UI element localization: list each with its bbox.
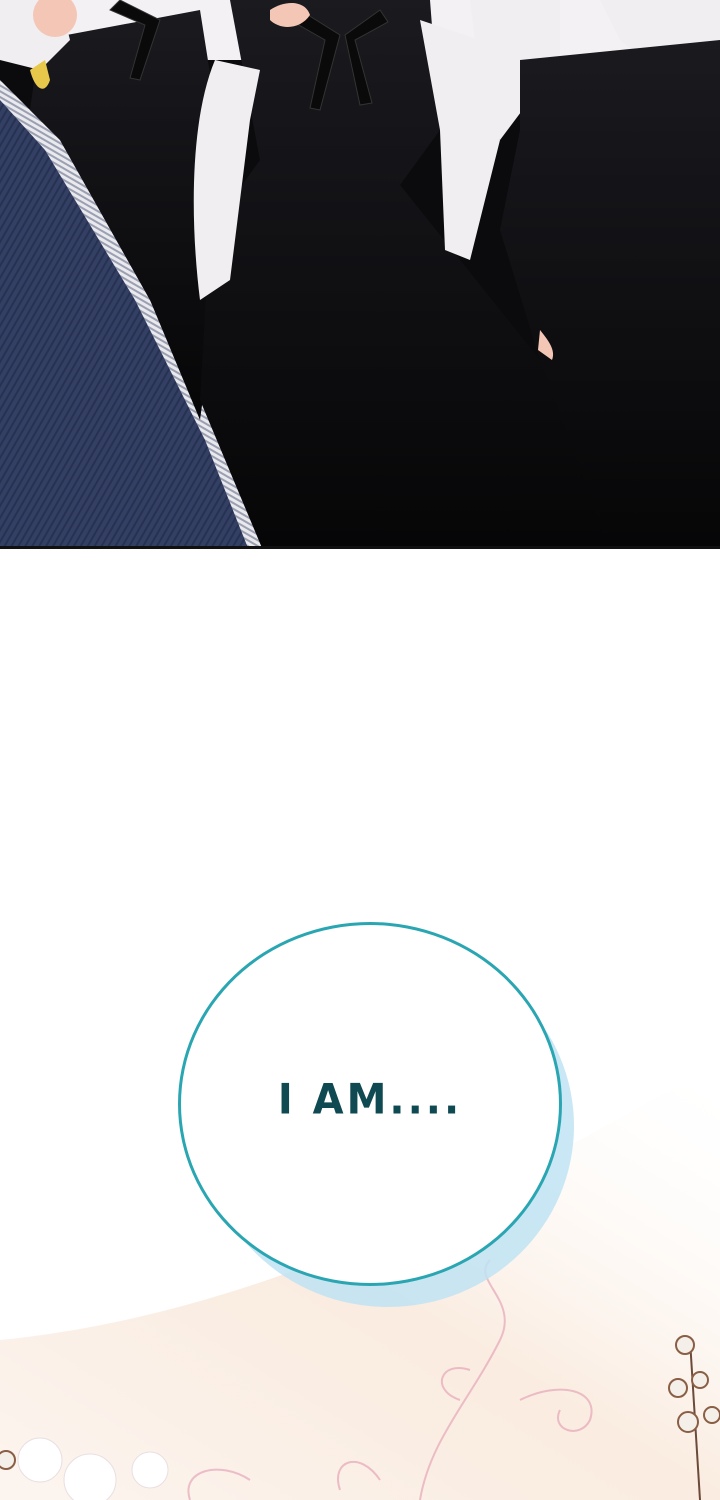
- top-comic-panel: [0, 0, 720, 548]
- speech-bubble-text: I AM....: [277, 1075, 463, 1125]
- speech-bubble: I AM....: [178, 922, 562, 1286]
- maids-illustration: [0, 0, 720, 548]
